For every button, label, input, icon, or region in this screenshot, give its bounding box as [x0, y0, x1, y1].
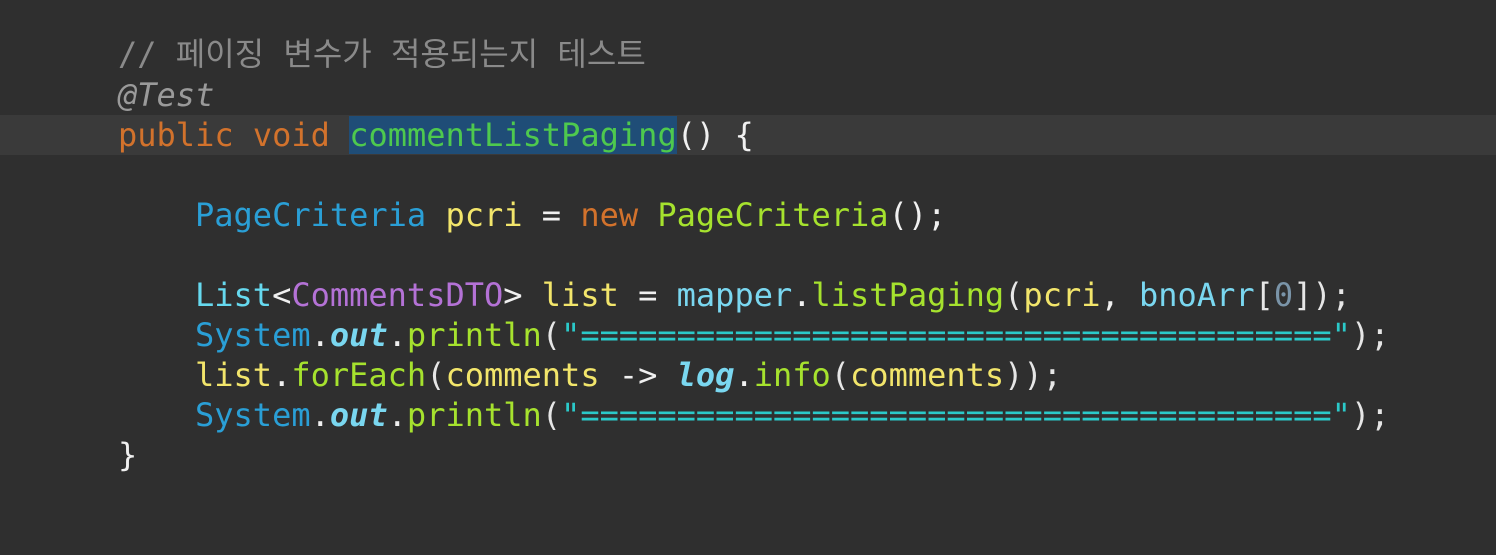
generic-type: CommentsDTO	[291, 276, 504, 314]
dot: .	[792, 276, 812, 314]
code-line-println-2[interactable]: System.out.println("====================…	[0, 395, 1496, 435]
dot: .	[310, 396, 330, 434]
comment-text: // 페이징 변수가 적용되는지 테스트	[118, 35, 646, 73]
statement-end: );	[1312, 276, 1351, 314]
method-call: info	[753, 356, 831, 394]
paren-open: (	[541, 316, 562, 354]
statement-end: );	[1350, 316, 1390, 354]
static-field: out	[329, 316, 388, 354]
code-line-annotation[interactable]: @Test	[0, 75, 1496, 115]
keyword-new: new	[580, 196, 639, 234]
statement-end: );	[1350, 396, 1390, 434]
paren-open: (	[426, 356, 446, 394]
dot: .	[387, 316, 407, 354]
logger-field: log	[676, 356, 735, 394]
method-call: listPaging	[811, 276, 1005, 314]
method-name-selected[interactable]: commentListPaging	[349, 116, 677, 154]
lambda-arrow: ->	[599, 356, 677, 394]
variable-name: pcri	[445, 196, 523, 234]
code-editor[interactable]: // 페이징 변수가 적용되는지 테스트 @Test public void c…	[0, 0, 1496, 500]
static-field: out	[329, 396, 388, 434]
code-line-method-declaration[interactable]: public void commentListPaging() {	[0, 115, 1496, 155]
index-number: 0	[1273, 276, 1294, 314]
code-line-foreach[interactable]: list.forEach(comments -> log.info(commen…	[0, 355, 1496, 395]
statement-end: ();	[888, 196, 947, 234]
code-line-pcri[interactable]: PageCriteria pcri = new PageCriteria();	[0, 195, 1496, 235]
bracket-close: ]	[1293, 276, 1313, 314]
constructor-name: PageCriteria	[657, 196, 889, 234]
dot: .	[272, 356, 292, 394]
generic-open: <	[272, 276, 292, 314]
paren-open: (	[830, 356, 851, 394]
object-name: mapper	[676, 276, 793, 314]
statement-end: ));	[1004, 356, 1062, 394]
method-call: println	[406, 396, 542, 434]
generic-close: >	[503, 276, 523, 314]
variable-name: list	[541, 276, 619, 314]
annotation-text: @Test	[118, 76, 215, 114]
comma: ,	[1100, 276, 1140, 314]
paren-open: (	[1004, 276, 1024, 314]
method-call: println	[406, 316, 542, 354]
keyword-public: public	[118, 116, 234, 154]
keyword-void: void	[252, 116, 330, 154]
assign-operator: =	[522, 196, 581, 234]
argument: pcri	[1023, 276, 1101, 314]
code-line-closing-brace[interactable]: }	[0, 435, 1496, 475]
class-name: System	[195, 396, 311, 434]
assign-operator: =	[618, 276, 677, 314]
lambda-param: comments	[445, 356, 600, 394]
argument: bnoArr	[1139, 276, 1255, 314]
dot: .	[387, 396, 407, 434]
class-name: System	[195, 316, 311, 354]
argument: comments	[850, 356, 1005, 394]
string-literal: "=======================================…	[561, 316, 1351, 354]
string-literal: "=======================================…	[561, 396, 1351, 434]
type-name: PageCriteria	[195, 196, 427, 234]
code-line-println-1[interactable]: System.out.println("====================…	[0, 315, 1496, 355]
closing-brace: }	[118, 436, 138, 474]
dot: .	[734, 356, 754, 394]
method-call: forEach	[291, 356, 427, 394]
method-signature-rest: () {	[676, 116, 754, 154]
bracket-open: [	[1254, 276, 1274, 314]
object-name: list	[195, 356, 273, 394]
paren-open: (	[541, 396, 562, 434]
type-name: List	[195, 276, 273, 314]
code-line-comment[interactable]: // 페이징 변수가 적용되는지 테스트	[0, 34, 1496, 74]
code-line-list-paging[interactable]: List<CommentsDTO> list = mapper.listPagi…	[0, 275, 1496, 315]
dot: .	[310, 316, 330, 354]
